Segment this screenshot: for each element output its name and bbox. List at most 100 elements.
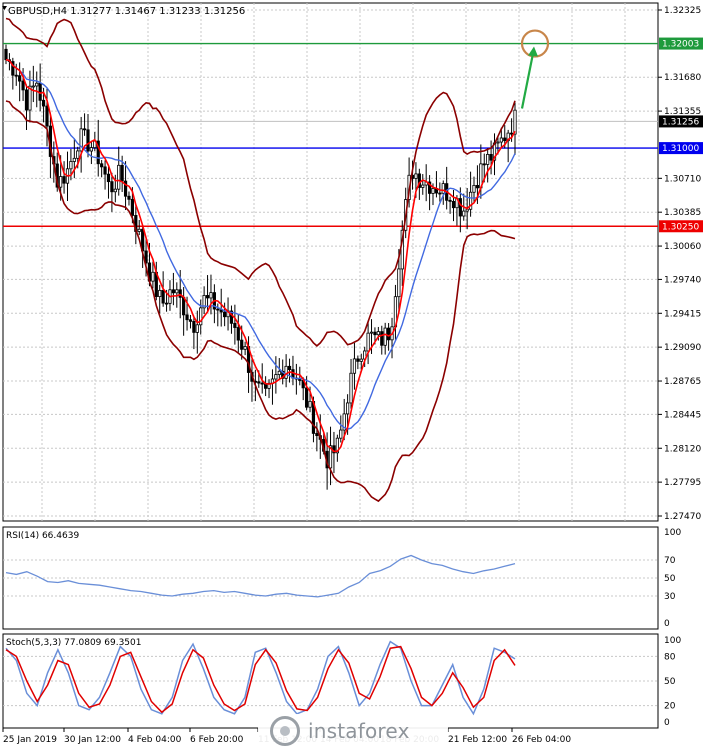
y-tick-label: 1.29415 <box>664 309 701 319</box>
candle-body <box>161 289 165 304</box>
x-tick-label: 26 Feb 04:00 <box>512 735 571 745</box>
candle-body <box>260 382 264 385</box>
candle-body <box>441 183 445 194</box>
candle-body <box>496 141 500 144</box>
candle-body <box>31 85 35 88</box>
rsi-tick-label: 30 <box>664 592 676 602</box>
candle-body <box>376 331 380 336</box>
rsi-tick-label: 100 <box>664 528 681 538</box>
candle-body <box>24 89 29 111</box>
candle-body <box>171 289 175 294</box>
candle-body <box>472 185 476 193</box>
candle-body <box>369 331 374 334</box>
candle-body <box>18 75 22 82</box>
candle-body <box>240 339 244 350</box>
candle-body <box>277 370 281 375</box>
y-tick-label: 1.30060 <box>664 242 701 252</box>
y-tick-label: 1.27470 <box>664 512 701 522</box>
candle-body <box>397 268 401 298</box>
y-tick-label: 1.31680 <box>664 73 701 83</box>
candle-body <box>509 132 514 135</box>
candle-body <box>21 80 25 91</box>
candle-body <box>339 429 343 439</box>
y-tick-label: 1.29740 <box>664 275 701 285</box>
candle-body <box>356 358 360 362</box>
stoch-tick-label: 50 <box>664 677 676 687</box>
candle-body <box>359 358 363 362</box>
candle-body <box>86 129 90 152</box>
y-tick-label: 1.32325 <box>664 6 701 16</box>
chart-canvas: 1.323251.316801.313551.307101.303851.300… <box>2 2 703 745</box>
candle-body <box>346 402 350 415</box>
candle-body <box>223 311 227 318</box>
candle-body <box>110 181 114 193</box>
candle-body <box>414 173 418 179</box>
candle-body <box>462 210 466 217</box>
level-tag-text: 1.30250 <box>662 222 699 232</box>
candle-body <box>366 332 370 352</box>
watermark-text: instaforex <box>308 719 410 743</box>
candle-body <box>216 308 220 311</box>
candle-body <box>106 173 111 183</box>
candle-body <box>431 188 435 194</box>
candle-body <box>489 154 493 161</box>
x-tick-label: 4 Feb 04:00 <box>128 735 182 745</box>
y-tick-label: 1.30710 <box>664 174 701 184</box>
candle-body <box>264 383 268 389</box>
symbol-header: GBPUSD,H4 1.31277 1.31467 1.31233 1.3125… <box>8 6 245 17</box>
y-tick-label: 1.30385 <box>664 208 701 218</box>
y-tick-label: 1.29090 <box>664 343 701 353</box>
candle-body <box>192 320 196 333</box>
candle-body <box>486 154 490 165</box>
candle-body <box>233 322 237 328</box>
candle-body <box>103 166 107 175</box>
candle-body <box>219 309 223 313</box>
instaforex-logo-icon <box>270 716 300 746</box>
rsi-tick-label: 70 <box>664 556 676 566</box>
candle-body <box>82 128 87 131</box>
candle-body <box>383 327 387 346</box>
candle-body <box>4 48 8 61</box>
stoch-tick-label: 100 <box>664 636 681 646</box>
candle-body <box>195 324 199 333</box>
x-tick-label: 30 Jan 12:00 <box>64 735 121 745</box>
candle-body <box>164 302 169 305</box>
candle-body <box>448 199 452 202</box>
candle-body <box>257 381 261 384</box>
candle-body <box>151 271 155 282</box>
candle-body <box>41 99 46 107</box>
candle-body <box>113 188 117 193</box>
candle-body <box>35 82 39 87</box>
candle-body <box>120 164 124 182</box>
rsi-tick-label: 0 <box>664 619 670 629</box>
candle-body <box>243 346 247 350</box>
candle-body <box>421 184 425 188</box>
candle-body <box>305 387 309 408</box>
candle-body <box>185 314 189 321</box>
candle-body <box>465 208 469 212</box>
candle-body <box>475 185 480 189</box>
stoch-tick-label: 20 <box>664 702 676 712</box>
stoch-tick-label: 0 <box>664 718 670 728</box>
candle-body <box>287 365 292 371</box>
x-tick-label: 21 Feb 12:00 <box>448 735 507 745</box>
candle-body <box>117 164 121 190</box>
y-tick-label: 1.28445 <box>664 410 701 420</box>
candle-body <box>89 147 94 152</box>
candle-body <box>14 74 18 77</box>
candle-body <box>274 374 278 380</box>
candle-body <box>308 400 312 408</box>
candle-body <box>45 105 49 127</box>
candle-body <box>62 176 66 184</box>
candle-body <box>373 331 377 336</box>
candle-body <box>482 163 486 166</box>
y-tick-label: 1.28120 <box>664 444 701 454</box>
stoch-tick-label: 80 <box>664 652 676 662</box>
candle-body <box>298 378 302 381</box>
rsi-title: RSI(14) 66.4639 <box>6 531 79 541</box>
y-tick-label: 1.28765 <box>664 377 701 387</box>
candle-body <box>69 161 73 170</box>
level-tag-text: 1.31000 <box>662 144 699 154</box>
candle-body <box>188 319 193 322</box>
candle-body <box>451 200 456 209</box>
